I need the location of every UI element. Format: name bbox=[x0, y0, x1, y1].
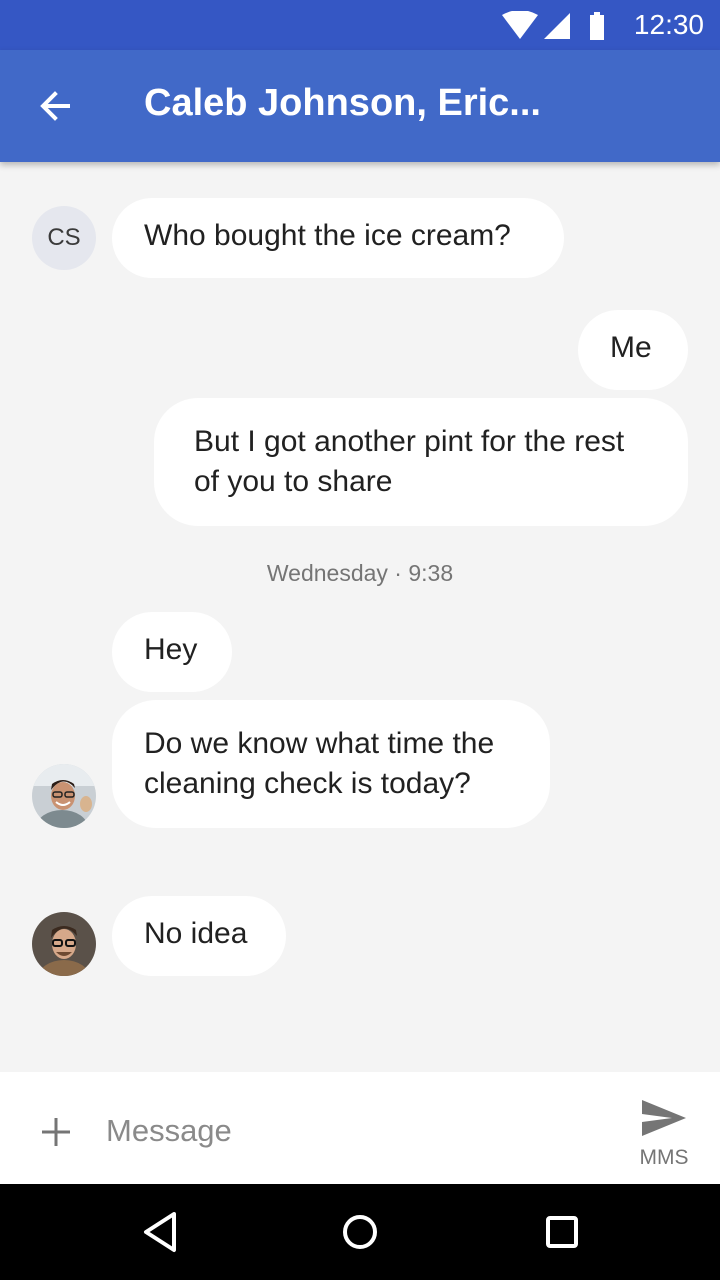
avatar-initials: CS bbox=[47, 224, 81, 251]
message-text-line: cleaning check is today? bbox=[144, 767, 471, 800]
send-label: MMS bbox=[639, 1146, 689, 1169]
nav-recents-icon[interactable] bbox=[538, 1208, 586, 1256]
avatar-photo[interactable] bbox=[32, 764, 96, 828]
message-text-line: But I got another pint for the rest bbox=[194, 425, 625, 458]
add-attachment-icon[interactable] bbox=[36, 1112, 76, 1152]
nav-home-icon[interactable] bbox=[336, 1208, 384, 1256]
avatar-cs[interactable]: CS bbox=[32, 206, 96, 270]
message-text: Me bbox=[610, 331, 652, 364]
avatar-photo[interactable] bbox=[32, 912, 96, 976]
conversation-title[interactable]: Caleb Johnson, Eric... bbox=[144, 82, 541, 125]
message-input[interactable] bbox=[104, 1108, 588, 1154]
message-bubble-incoming[interactable]: Who bought the ice cream? bbox=[112, 198, 564, 278]
message-text: Hey bbox=[144, 633, 198, 666]
send-button[interactable]: MMS bbox=[636, 1098, 692, 1178]
system-nav-bar bbox=[0, 1184, 720, 1280]
message-text-line: of you to share bbox=[194, 465, 393, 498]
message-bubble-incoming[interactable]: Hey bbox=[112, 612, 232, 692]
message-text: No idea bbox=[144, 917, 248, 950]
wifi-icon bbox=[502, 10, 538, 39]
message-bubble-outgoing[interactable]: Me bbox=[578, 310, 688, 390]
send-icon bbox=[642, 1100, 686, 1136]
message-bubble-outgoing[interactable]: But I got another pint for the rest of y… bbox=[154, 398, 688, 526]
nav-back-icon[interactable] bbox=[136, 1208, 184, 1256]
message-text-line: Do we know what time the bbox=[144, 727, 495, 760]
status-bar: 12:30 bbox=[0, 0, 720, 50]
status-time: 12:30 bbox=[633, 9, 704, 40]
message-composer: MMS bbox=[0, 1072, 720, 1184]
message-bubble-incoming[interactable]: No idea bbox=[112, 896, 286, 976]
status-icons bbox=[500, 10, 620, 41]
message-timestamp: Wednesday · 9:38 bbox=[266, 560, 454, 586]
message-text: Who bought the ice cream? bbox=[144, 219, 511, 252]
arrow-back-icon[interactable] bbox=[34, 84, 78, 128]
app-bar: Caleb Johnson, Eric... bbox=[0, 50, 720, 162]
message-bubble-incoming[interactable]: Do we know what time the cleaning check … bbox=[112, 700, 550, 828]
signal-icon bbox=[544, 13, 570, 39]
battery-icon bbox=[590, 12, 604, 40]
